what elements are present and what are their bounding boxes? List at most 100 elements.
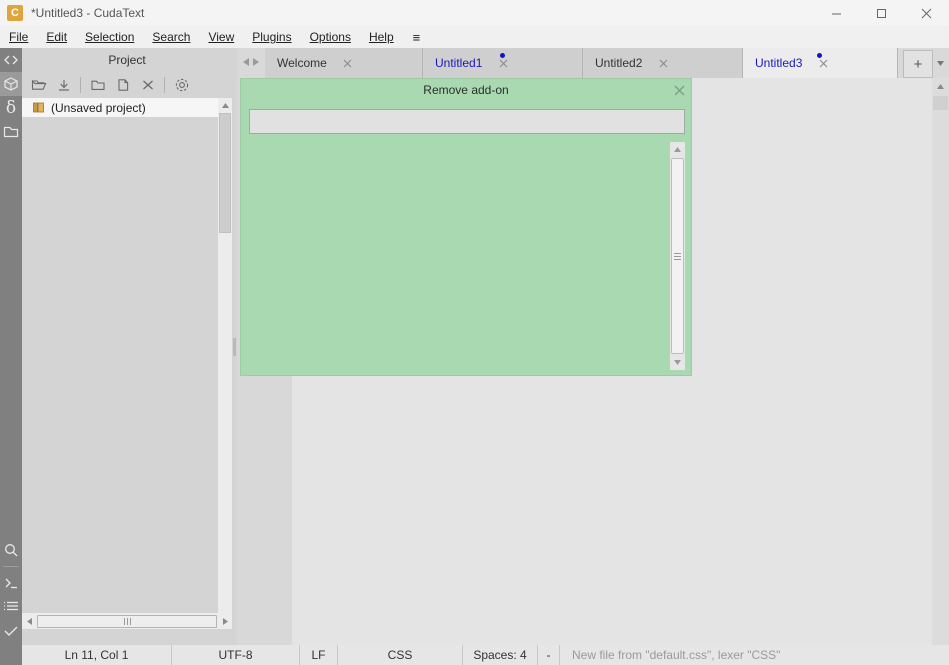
addon-list-scrollbar[interactable] (670, 142, 685, 370)
panel-title: Project (22, 48, 232, 72)
hamburger-menu-icon[interactable]: ≡ (403, 27, 431, 48)
addon-filter-input[interactable] (249, 109, 685, 134)
project-tree-vertical-scrollbar[interactable] (218, 98, 232, 629)
tab-modified-dot (500, 53, 505, 58)
window-controls (814, 0, 949, 26)
menu-plugins[interactable]: Plugins (243, 27, 300, 47)
menu-file[interactable]: File (0, 27, 37, 47)
editor-scroll-up-icon[interactable] (932, 78, 949, 95)
tab-untitled1-label: Untitled1 (435, 56, 482, 70)
package-icon[interactable] (0, 72, 22, 96)
addon-scroll-up-icon[interactable] (670, 142, 685, 157)
toolbar-divider-2 (164, 77, 165, 93)
tab-welcome-label: Welcome (277, 56, 327, 70)
tab-nav-prev-icon[interactable] (242, 56, 250, 70)
tab-bar: Welcome Untitled1 Untitled2 (237, 48, 949, 78)
project-tree-horizontal-scrollbar[interactable] (22, 613, 232, 629)
project-panel: Project (22, 48, 232, 645)
remove-node-button[interactable] (135, 74, 160, 96)
tab-close-icon[interactable] (652, 48, 674, 78)
menu-selection-label: Selection (85, 30, 134, 44)
save-project-button[interactable] (51, 74, 76, 96)
side-icon-rail: δ (0, 48, 22, 665)
tab-nav-next-icon[interactable] (252, 56, 260, 70)
menu-edit[interactable]: Edit (37, 27, 76, 47)
menu-search-label: Search (152, 30, 190, 44)
menu-options[interactable]: Options (301, 27, 360, 47)
tab-untitled1[interactable]: Untitled1 (423, 48, 583, 78)
rail-bottom-group (0, 538, 22, 643)
status-message: New file from "default.css", lexer "CSS" (560, 645, 949, 665)
status-caret-position[interactable]: Ln 11, Col 1 (22, 645, 172, 665)
project-properties-button[interactable] (169, 74, 194, 96)
project-tree[interactable]: (Unsaved project) (22, 98, 218, 629)
editor-vertical-scrollbar[interactable] (932, 78, 949, 645)
tree-item-label: (Unsaved project) (51, 101, 146, 115)
folder-icon[interactable] (0, 120, 22, 144)
menu-help-label: Help (369, 30, 394, 44)
menu-plugins-label: Plugins (252, 30, 291, 44)
validate-check-icon[interactable] (0, 619, 22, 643)
menu-selection[interactable]: Selection (76, 27, 143, 47)
addon-scroll-thumb[interactable] (671, 158, 684, 354)
menu-view-label: View (208, 30, 234, 44)
menu-options-label: Options (310, 30, 351, 44)
status-indent[interactable]: Spaces: 4 (463, 645, 538, 665)
code-icon[interactable] (0, 48, 22, 72)
editor-scroll-thumb[interactable] (933, 96, 948, 110)
maximize-icon[interactable] (859, 0, 904, 26)
menu-edit-label: Edit (46, 30, 67, 44)
scroll-right-icon[interactable] (218, 613, 232, 629)
add-folder-button[interactable] (85, 74, 110, 96)
tab-modified-dot (817, 53, 822, 58)
status-lexer[interactable]: CSS (338, 645, 463, 665)
status-encoding[interactable]: UTF-8 (172, 645, 300, 665)
app-icon: C (7, 5, 23, 21)
scroll-left-icon[interactable] (22, 613, 36, 629)
project-tree-area: (Unsaved project) (22, 98, 232, 629)
close-icon[interactable] (904, 0, 949, 26)
menu-help[interactable]: Help (360, 27, 403, 47)
status-bar: Ln 11, Col 1 UTF-8 LF CSS Spaces: 4 - Ne… (0, 645, 949, 665)
menu-file-label: File (9, 30, 28, 44)
tab-close-icon[interactable] (337, 48, 359, 78)
status-corner (0, 645, 22, 665)
status-line-endings[interactable]: LF (300, 645, 338, 665)
tab-untitled3-label: Untitled3 (755, 56, 802, 70)
tree-item-unsaved-project[interactable]: (Unsaved project) (22, 98, 218, 117)
add-file-button[interactable] (110, 74, 135, 96)
dialog-close-icon[interactable] (671, 82, 687, 98)
project-icon (32, 101, 46, 115)
menu-search[interactable]: Search (143, 27, 199, 47)
minimize-icon[interactable] (814, 0, 859, 26)
tab-welcome[interactable]: Welcome (265, 48, 423, 78)
menu-bar: File Edit Selection Search View Plugins … (0, 26, 949, 48)
project-toolbar (22, 72, 232, 98)
scroll-up-icon[interactable] (218, 98, 232, 112)
console-icon[interactable] (0, 571, 22, 595)
toolbar-divider (80, 77, 81, 93)
delta-icon[interactable]: δ (0, 96, 22, 120)
tab-close-icon[interactable] (812, 48, 834, 78)
search-icon[interactable] (0, 538, 22, 562)
title-bar: C *Untitled3 - CudaText (0, 0, 949, 26)
tab-untitled3[interactable]: Untitled3 (743, 48, 898, 78)
new-tab-button[interactable]: + (903, 50, 933, 78)
scroll-thumb[interactable] (219, 113, 231, 233)
cudatext-window: C *Untitled3 - CudaText File Edit Select… (0, 0, 949, 665)
dialog-title: Remove add-on (241, 79, 691, 101)
output-list-icon[interactable] (0, 595, 22, 619)
tabs-row: Welcome Untitled1 Untitled2 (265, 48, 898, 78)
open-project-button[interactable] (26, 74, 51, 96)
addon-list[interactable] (249, 142, 685, 370)
window-title: *Untitled3 - CudaText (31, 6, 144, 20)
status-extra[interactable]: - (538, 645, 560, 665)
scroll-thumb-horizontal[interactable] (37, 615, 217, 628)
tab-untitled2[interactable]: Untitled2 (583, 48, 743, 78)
tab-nav-arrows (237, 48, 265, 78)
menu-view[interactable]: View (199, 27, 243, 47)
tab-list-dropdown-icon[interactable] (932, 48, 949, 78)
remove-addon-dialog: Remove add-on (240, 78, 692, 376)
addon-scroll-down-icon[interactable] (670, 355, 685, 370)
rail-divider (3, 566, 19, 567)
